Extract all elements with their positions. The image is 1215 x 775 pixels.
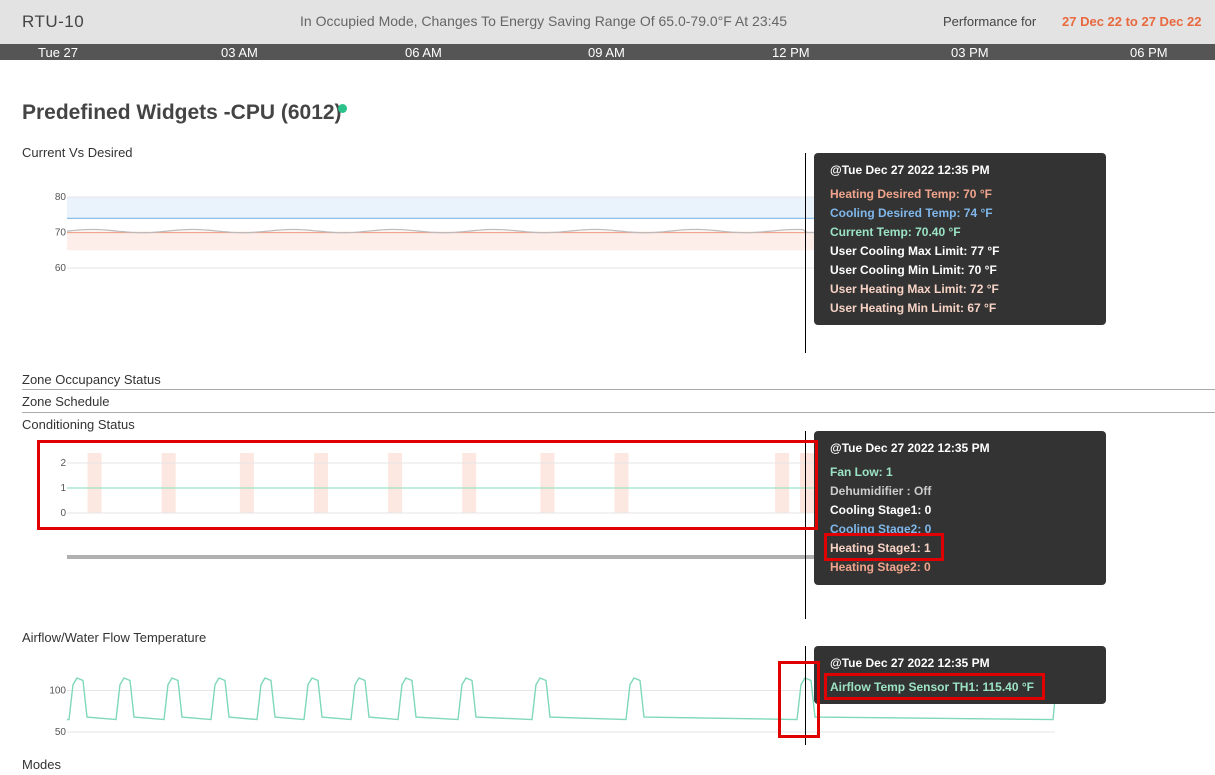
y-tick-label: 80 <box>55 192 67 203</box>
section-conditioning-status: Conditioning Status <box>22 417 135 432</box>
equipment-title: RTU-10 <box>22 12 85 31</box>
highlight-box-conditioning-chart <box>37 440 818 530</box>
y-tick-label: 70 <box>55 228 67 239</box>
performance-date-range[interactable]: 27 Dec 22 to 27 Dec 22 <box>1062 14 1201 29</box>
tooltip-time: @Tue Dec 27 2022 12:35 PM <box>830 441 990 455</box>
tooltip-row: Cooling Desired Temp: 74 °F <box>830 206 993 220</box>
tooltip-row: Current Temp: 70.40 °F <box>830 225 961 239</box>
page-title: Predefined Widgets -CPU (6012) <box>22 101 342 124</box>
tooltip-time: @Tue Dec 27 2022 12:35 PM <box>830 656 990 670</box>
time-tick: 06 PM <box>1130 45 1168 60</box>
tooltip-row: User Cooling Min Limit: 70 °F <box>830 263 997 277</box>
highlight-box-airflow-reading <box>824 673 1045 700</box>
tooltip-row: Heating Desired Temp: 70 °F <box>830 187 992 201</box>
section-airflow-temp: Airflow/Water Flow Temperature <box>22 630 207 645</box>
conditioning-tooltip: @Tue Dec 27 2022 12:35 PM Fan Low: 1 Deh… <box>814 431 1106 585</box>
tooltip-row: User Cooling Max Limit: 77 °F <box>830 244 1000 258</box>
time-tick: 12 PM <box>772 45 810 60</box>
time-tick: 03 PM <box>951 45 989 60</box>
time-tick: 06 AM <box>405 45 442 60</box>
divider <box>22 389 1215 390</box>
tooltip-row: User Heating Max Limit: 72 °F <box>830 282 999 296</box>
tooltip-row: Cooling Stage1: 0 <box>830 503 932 517</box>
time-tick: Tue 27 <box>38 45 78 60</box>
y-tick-label: 100 <box>49 685 66 696</box>
header-bar: RTU-10 In Occupied Mode, Changes To Ener… <box>0 0 1215 44</box>
y-tick-label: 60 <box>55 263 67 274</box>
y-tick-label: 50 <box>55 727 67 738</box>
temp-tooltip: @Tue Dec 27 2022 12:35 PM Heating Desire… <box>814 153 1106 325</box>
section-current-vs-desired: Current Vs Desired <box>22 145 133 160</box>
time-tick: 09 AM <box>588 45 625 60</box>
section-zone-occupancy[interactable]: Zone Occupancy Status <box>22 372 161 387</box>
highlight-box-airflow-peak <box>778 661 820 738</box>
time-tick: 03 AM <box>221 45 258 60</box>
tooltip-row: Dehumidifier : Off <box>830 484 932 498</box>
tooltip-time: @Tue Dec 27 2022 12:35 PM <box>830 163 990 177</box>
section-modes[interactable]: Modes <box>22 757 61 772</box>
divider <box>22 412 1215 413</box>
hover-cursor-line <box>805 153 806 353</box>
tooltip-row: User Heating Min Limit: 67 °F <box>830 301 997 315</box>
mode-notice: In Occupied Mode, Changes To Energy Savi… <box>300 13 788 29</box>
tooltip-row: Fan Low: 1 <box>830 465 893 479</box>
timeline-bar[interactable]: Tue 27 03 AM 06 AM 09 AM 12 PM 03 PM 06 … <box>0 44 1215 60</box>
section-zone-schedule[interactable]: Zone Schedule <box>22 394 109 409</box>
highlight-box-heating-stage1 <box>824 533 944 561</box>
online-status-icon <box>338 104 347 113</box>
performance-label: Performance for <box>943 14 1037 29</box>
